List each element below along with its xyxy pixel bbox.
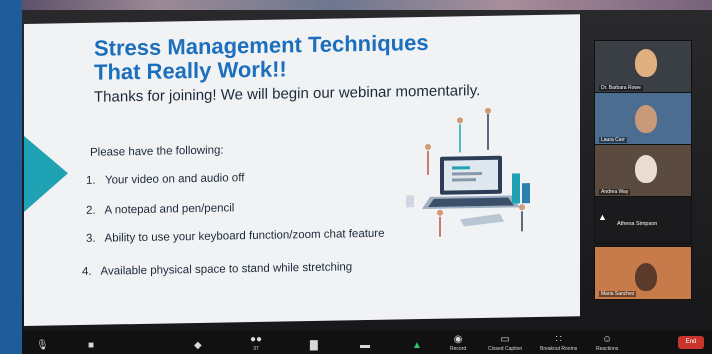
video-button[interactable]: ■ [88, 341, 94, 352]
share-screen-icon: ▲ [412, 340, 422, 351]
security-shield-icon: ◆ [194, 340, 202, 351]
checklist-text: A notepad and pen/pencil [104, 202, 235, 217]
monitor-screen: Stress Management Techniques That Really… [22, 0, 712, 354]
checklist-number: 1. [86, 174, 96, 187]
reactions-icon: ☺ [602, 334, 613, 345]
video-camera-icon: ■ [88, 340, 95, 351]
slide-title-line2: That Really Work!! [94, 56, 287, 85]
participant-name: Dr. Barbara Rowe [599, 85, 643, 91]
avatar [635, 49, 657, 77]
reactions-button[interactable]: ☺ Reactions [596, 334, 619, 353]
poll-chart-icon: ▇ [310, 340, 318, 351]
checklist-item-3: 3. Ability to use your keyboard function… [86, 228, 385, 245]
checklist-item-1: 1. Your video on and audio off [86, 172, 244, 187]
avatar [635, 155, 657, 183]
checklist-text: Available physical space to stand while … [100, 261, 353, 278]
meeting-toolbar: 🎙 ■ ◆ ●● 37 ▇ ▬ ▲ ◉ Record ▭ Closed Capt… [22, 330, 712, 354]
end-meeting-button[interactable]: End [678, 336, 704, 349]
breakout-rooms-button[interactable]: ∷ Breakout Rooms [540, 334, 578, 353]
participant-count: 37 [253, 346, 259, 352]
participants-button[interactable]: ●● 37 [250, 334, 263, 353]
polls-button[interactable]: ▇ [310, 341, 318, 352]
participant-tile[interactable]: Maria Sanchez [594, 246, 692, 300]
closed-caption-label: Closed Caption [488, 346, 523, 352]
participant-name: Maria Sanchez [599, 291, 637, 297]
participant-tile[interactable]: Laura Carr [594, 92, 692, 146]
checklist-number: 4. [82, 265, 92, 278]
checklist-text: Your video on and audio off [104, 172, 245, 187]
slide-subtitle: Thanks for joining! We will begin our we… [94, 82, 481, 106]
closed-caption-button[interactable]: ▭ Closed Caption [488, 334, 523, 353]
participant-name: Andrea Way [599, 189, 631, 195]
participants-icon: ●● [250, 334, 263, 345]
checklist-item-4: 4. Available physical space to stand whi… [82, 261, 352, 278]
slide-title: Stress Management Techniques That Really… [94, 30, 474, 85]
checklist-number: 3. [86, 232, 96, 245]
chat-bubble-icon: ▬ [360, 340, 370, 351]
participant-tile[interactable]: Andrea Way [594, 144, 692, 198]
checklist-item-2: 2. A notepad and pen/pencil [86, 202, 234, 217]
record-icon: ◉ [453, 334, 463, 345]
participant-tile[interactable]: Dr. Barbara Rowe [594, 40, 692, 94]
avatar [635, 105, 657, 133]
participant-name: Athena Simpson [617, 221, 658, 227]
laptop-illustration [406, 107, 530, 237]
avatar [635, 263, 657, 291]
participant-name: Laura Carr [599, 137, 627, 143]
slide-arrow-shape [24, 135, 68, 212]
breakout-rooms-icon: ∷ [555, 334, 562, 345]
breakout-rooms-label: Breakout Rooms [540, 346, 578, 352]
record-label: Record [450, 346, 467, 352]
microphone-icon: 🎙 [36, 340, 49, 351]
share-screen-button[interactable]: ▲ [412, 341, 422, 352]
checklist-text: Ability to use your keyboard function/zo… [104, 227, 385, 245]
mouse-cursor-icon: ▲ [598, 212, 607, 222]
top-window-strip [22, 0, 712, 10]
security-button[interactable]: ◆ [194, 341, 202, 352]
have-following-heading: Please have the following: [90, 144, 224, 159]
shared-slide: Stress Management Techniques That Really… [24, 14, 580, 327]
record-button[interactable]: ◉ Record [450, 334, 467, 353]
closed-caption-icon: ▭ [500, 334, 510, 345]
participant-tile[interactable]: Athena Simpson [594, 196, 692, 244]
checklist-number: 2. [86, 204, 96, 217]
microphone-button[interactable]: 🎙 [36, 341, 49, 352]
reactions-label: Reactions [596, 346, 619, 352]
chat-button[interactable]: ▬ [360, 341, 370, 352]
